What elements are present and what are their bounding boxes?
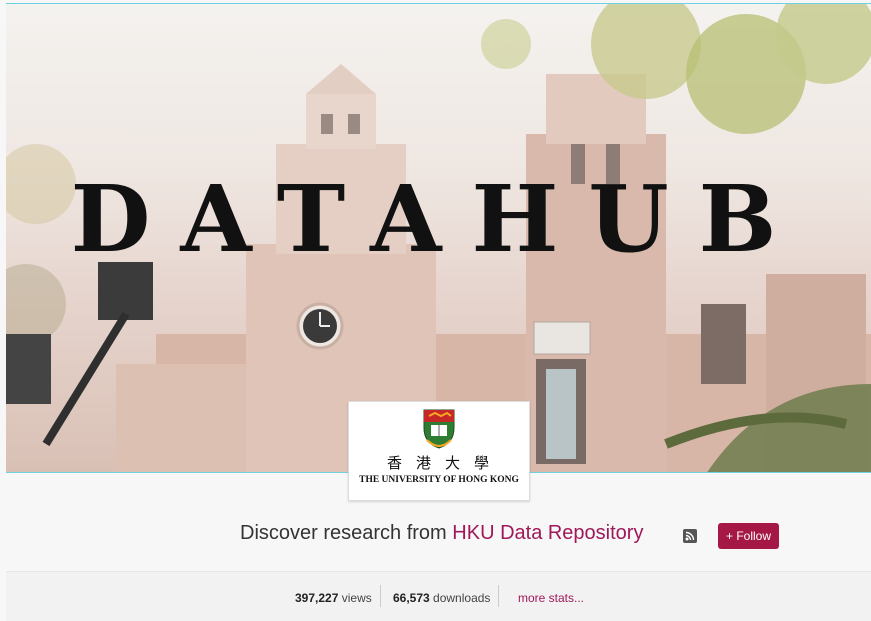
views-label: views bbox=[338, 591, 372, 605]
page-heading: Discover research from HKU Data Reposito… bbox=[240, 522, 643, 545]
follow-button[interactable]: + Follow bbox=[718, 523, 779, 549]
rss-icon[interactable] bbox=[683, 529, 697, 543]
views-stat: 397,227 views bbox=[295, 591, 372, 605]
downloads-label: downloads bbox=[429, 591, 491, 605]
university-name-cjk: 香港大學 bbox=[386, 454, 503, 472]
university-crest-icon bbox=[423, 409, 455, 449]
university-logo[interactable]: 香港大學 THE UNIVERSITY OF HONG KONG bbox=[348, 401, 530, 501]
more-stats-link[interactable]: more stats... bbox=[518, 591, 584, 605]
downloads-stat: 66,573 downloads bbox=[393, 591, 490, 605]
stats-separator bbox=[380, 585, 381, 607]
university-name-en: THE UNIVERSITY OF HONG KONG bbox=[359, 475, 519, 485]
repository-name-link[interactable]: HKU Data Repository bbox=[452, 522, 643, 544]
discover-prefix: Discover research from bbox=[240, 522, 453, 544]
hero-title: DATAHUB bbox=[70, 165, 807, 273]
downloads-count: 66,573 bbox=[393, 591, 430, 605]
views-count: 397,227 bbox=[295, 591, 339, 605]
stats-separator bbox=[498, 585, 499, 607]
